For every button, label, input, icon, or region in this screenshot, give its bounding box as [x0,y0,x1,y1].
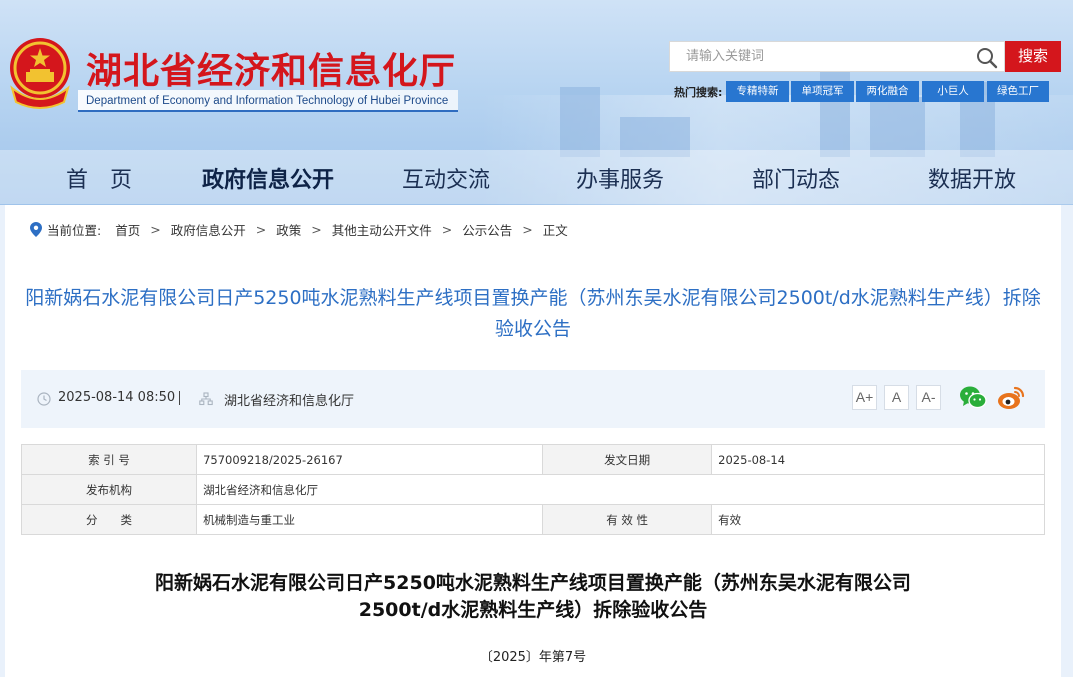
breadcrumb-separator: > [522,222,533,237]
wechat-share-icon[interactable] [959,385,987,411]
hot-tag-lvse[interactable]: 绿色工厂 [987,81,1049,102]
document-number: 〔2025〕年第7号 [479,650,587,665]
font-decrease-button[interactable]: A- [916,385,941,410]
validity-label: 有 效 性 [542,504,713,535]
breadcrumb: 当前位置: 首页 > 政府信息公开 > 政策 > 其他主动公开文件 > 公示公告… [30,220,568,239]
category-value: 机械制造与重工业 [196,504,544,535]
clock-icon [37,392,51,406]
breadcrumb-separator: > [150,222,161,237]
nav-item-home[interactable]: 首 页 [66,162,132,194]
document-title-line: 2500t/d水泥熟料生产线）拆除验收公告 [358,599,708,621]
breadcrumb-separator: > [255,222,267,237]
hot-tag-xiaojuren[interactable]: 小巨人 [922,81,984,102]
date-value: 2025-08-14 [711,444,1045,475]
breadcrumb-policy[interactable]: 政策 [276,220,301,239]
organization-icon [199,392,213,406]
article-title: 阳新娲石水泥有限公司日产5250吨水泥熟料生产线项目置换产能（苏州东吴水泥有限公… [25,287,1041,340]
search-icon[interactable] [976,47,998,69]
document-title-line: 阳新娲石水泥有限公司日产5250吨水泥熟料生产线项目置换产能（苏州东吴水泥有限公… [155,572,911,594]
national-emblem-icon [10,38,70,109]
breadcrumb-label: 当前位置: [47,223,102,238]
banner-building [560,87,600,157]
breadcrumb-separator: > [311,222,322,237]
location-pin-icon [30,222,42,237]
site-header: 湖北省经济和信息化厅 Department of Economy and Inf… [0,0,1073,205]
publish-source: 湖北省经济和信息化厅 [224,394,355,409]
breadcrumb-current[interactable]: 正文 [543,220,568,239]
nav-item-open-data[interactable]: 数据开放 [928,162,1016,194]
nav-item-services[interactable]: 办事服务 [576,162,664,194]
hot-tag-lianghua[interactable]: 两化融合 [856,81,919,102]
article-meta-bar: 2025-08-14 08:50 湖北省经济和信息化厅 A+ A A- [21,370,1045,428]
nav-item-interaction[interactable]: 互动交流 [402,162,490,194]
validity-value: 有效 [711,504,1045,535]
search-box [669,41,1005,72]
index-value: 757009218/2025-26167 [196,444,544,475]
hot-search-label: 热门搜索: [674,86,723,99]
org-label: 发布机构 [20,474,198,505]
font-increase-button[interactable]: A+ [852,385,877,410]
hot-tag-zhuanjing[interactable]: 专精特新 [726,81,789,102]
publish-date: 2025-08-14 08:50 [58,390,176,405]
table-row: 分 类 机械制造与重工业 有 效 性 有效 [20,504,1045,535]
search-input[interactable] [670,42,970,71]
index-label: 索 引 号 [20,444,198,475]
meta-divider [179,391,180,405]
category-label: 分 类 [20,504,198,535]
document-info-table: 索 引 号 757009218/2025-26167 发文日期 2025-08-… [20,444,1045,535]
breadcrumb-home[interactable]: 首页 [115,220,140,239]
search-button[interactable]: 搜索 [1005,41,1061,72]
breadcrumb-gov-info[interactable]: 政府信息公开 [171,220,246,239]
content-card: 当前位置: 首页 > 政府信息公开 > 政策 > 其他主动公开文件 > 公示公告… [5,205,1061,677]
nav-item-department-news[interactable]: 部门动态 [752,162,840,194]
breadcrumb-other-files[interactable]: 其他主动公开文件 [332,220,432,239]
breadcrumb-separator: > [441,222,453,237]
hot-tag-danxiang[interactable]: 单项冠军 [791,81,854,102]
main-nav: 首 页 政府信息公开 互动交流 办事服务 部门动态 数据开放 [0,150,1073,204]
table-row: 索 引 号 757009218/2025-26167 发文日期 2025-08-… [20,444,1045,475]
table-row: 发布机构 湖北省经济和信息化厅 [20,474,1045,505]
font-default-button[interactable]: A [884,385,909,410]
nav-item-gov-info[interactable]: 政府信息公开 [202,162,334,194]
site-title: 湖北省经济和信息化厅 [86,51,457,92]
org-value: 湖北省经济和信息化厅 [196,474,1045,505]
weibo-share-icon[interactable] [997,385,1025,411]
site-subtitle: Department of Economy and Information Te… [78,90,459,112]
banner-building [870,97,925,157]
breadcrumb-announcements[interactable]: 公示公告 [462,220,512,239]
date-label: 发文日期 [542,444,713,475]
document-title: 阳新娲石水泥有限公司日产5250吨水泥熟料生产线项目置换产能（苏州东吴水泥有限公… [21,570,1045,624]
